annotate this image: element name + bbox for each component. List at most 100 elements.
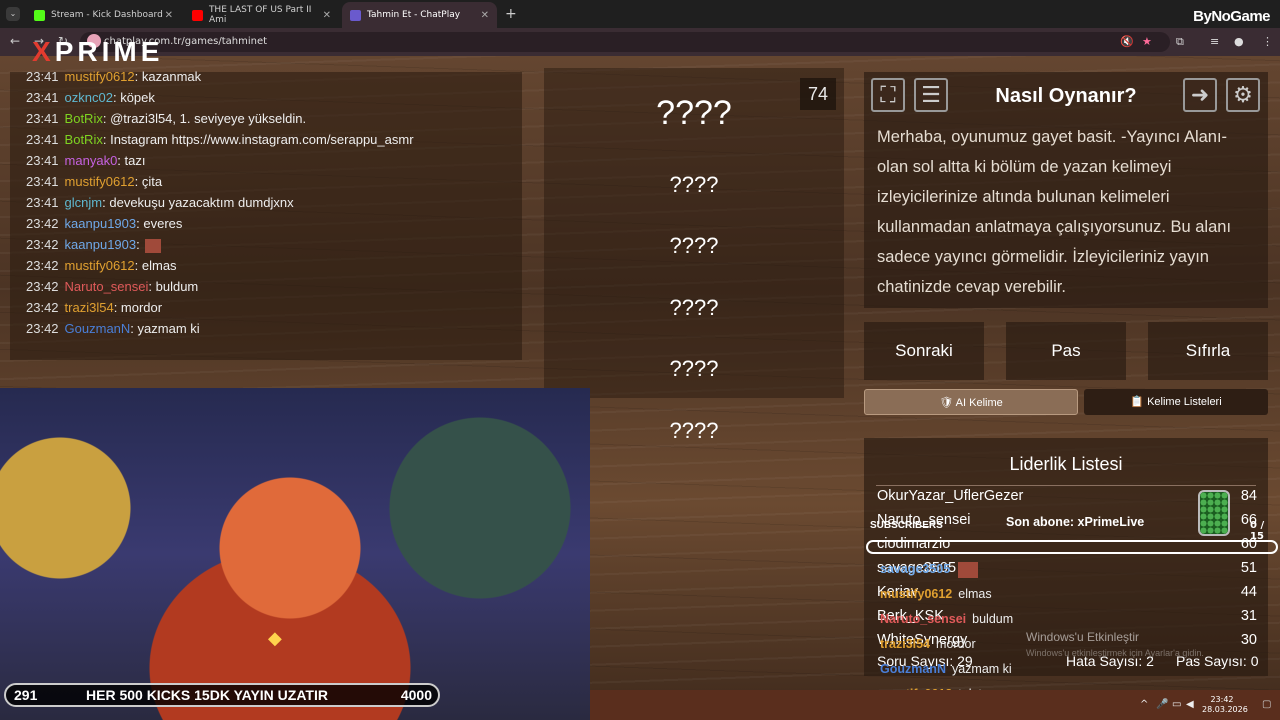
overlay-chat-message: savage3505 — [880, 562, 979, 578]
chat-separator: : — [134, 258, 142, 273]
emote-icon — [958, 562, 979, 578]
player-score: 44 — [1240, 584, 1257, 600]
tab-kick-dashboard[interactable]: Stream - Kick Dashboard ✕ — [26, 2, 181, 28]
chat-message: 23:41 glcnjm: devekuşu yazacaktım dumdjxn… — [26, 195, 294, 210]
word-lists-button[interactable]: 📋 Kelime Listeleri — [1084, 389, 1268, 415]
pass-button[interactable]: Pas — [1006, 322, 1126, 380]
overlay-username: trazi3l54 — [880, 637, 931, 651]
overlay-chat-message: Naruto_sensei buldum — [880, 612, 1013, 626]
network-icon[interactable]: ▭ — [1172, 699, 1181, 710]
overlay-text: elmas — [958, 587, 992, 601]
bookmark-star-icon[interactable]: ★ — [1142, 35, 1152, 48]
subscriber-progress-bar — [866, 540, 1278, 554]
subscribers-label: SUBSCRIBERS — [870, 520, 943, 531]
reset-button[interactable]: Sıfırla — [1148, 322, 1268, 380]
chat-text: @trazi3l54, 1. seviyeye yükseldin. — [110, 111, 307, 126]
close-icon[interactable]: ✕ — [481, 10, 489, 21]
tab-chatplay[interactable]: Tahmin Et - ChatPlay ✕ — [342, 2, 497, 28]
ai-word-button[interactable]: 🛡 AI Kelime — [864, 389, 1078, 415]
chat-username[interactable]: manyak0 — [65, 153, 118, 168]
chat-message: 23:41 ozknc02: köpek — [26, 90, 155, 105]
chat-message: 23:41 BotRix: Instagram https://www.insta… — [26, 132, 414, 147]
notes-icon[interactable]: ☰ — [914, 78, 948, 112]
chat-username[interactable]: BotRix — [65, 111, 103, 126]
chatplay-icon — [350, 9, 361, 21]
close-icon[interactable]: ✕ — [165, 10, 173, 21]
kick-target: 4000 — [400, 687, 432, 703]
chat-text: yazmam ki — [137, 321, 200, 336]
chat-message: 23:42 mustify0612: elmas — [26, 258, 177, 273]
overlay-username: savage3505 — [880, 562, 951, 577]
chat-time: 23:42 — [26, 216, 59, 231]
chat-message: 23:41 BotRix: @trazi3l54, 1. seviyeye yük… — [26, 111, 306, 126]
chat-username[interactable]: kaanpu1903 — [65, 216, 137, 231]
chat-username[interactable]: Naruto_sensei — [65, 279, 149, 294]
kick-icon — [34, 9, 45, 21]
chat-time: 23:42 — [26, 321, 59, 336]
chat-time: 23:41 — [26, 153, 59, 168]
microphone-icon[interactable]: 🎤 — [1156, 699, 1168, 710]
tray-chevron-icon[interactable]: ^ — [1140, 699, 1148, 710]
overlay-chat-message: mustify0612 elmas — [880, 587, 992, 601]
tip-jar-icon — [1198, 490, 1230, 536]
youtube-icon — [192, 9, 203, 21]
chat-text: buldum — [155, 279, 199, 294]
main-word: ???? — [656, 94, 732, 132]
chat-separator: : — [134, 174, 142, 189]
volume-icon[interactable]: ◀ — [1186, 699, 1194, 710]
clock-time: 23:42 — [1210, 695, 1234, 704]
chat-username[interactable]: mustify0612 — [65, 69, 135, 84]
chat-message: 23:42 kaanpu1903: — [26, 237, 162, 253]
mute-icon[interactable]: 🔇 — [1120, 35, 1134, 48]
address-bar-area: ← → ↻ chatplay.com.tr/games/tahminet — [0, 28, 1280, 56]
chat-message: 23:42 kaanpu1903: everes — [26, 216, 182, 231]
chat-username[interactable]: mustify0612 — [65, 258, 135, 273]
chat-username[interactable]: glcnjm — [65, 195, 103, 210]
player-name: OkurYazar_UflerGezer — [877, 488, 1024, 504]
media-icon[interactable]: ≡ — [1210, 35, 1219, 48]
menu-kebab-icon[interactable]: ⋮ — [1262, 35, 1273, 48]
chat-username[interactable]: kaanpu1903 — [65, 237, 137, 252]
logo-rest: PRIME — [54, 36, 164, 67]
last-subscriber: Son abone: xPrimeLive — [1006, 515, 1145, 529]
xprime-logo: XPRIME — [32, 36, 163, 68]
chat-username[interactable]: ozknc02 — [65, 90, 113, 105]
chat-separator: : — [136, 237, 144, 252]
how-to-play-text: Merhaba, oyunumuz gayet basit. -Yayıncı … — [877, 128, 1232, 296]
notification-icon[interactable]: ▢ — [1262, 699, 1271, 710]
player-score: 30 — [1240, 632, 1257, 648]
chat-time: 23:41 — [26, 69, 59, 84]
chat-username[interactable]: mustify0612 — [65, 174, 135, 189]
tab-label: Stream - Kick Dashboard — [51, 10, 163, 20]
windows-activate-text: Windows'u Etkinleştir — [1026, 630, 1139, 644]
taskbar-clock[interactable]: 23:42 28.03.2026 — [1202, 695, 1248, 715]
chat-time: 23:41 — [26, 111, 59, 126]
tab-label: Tahmin Et - ChatPlay — [367, 10, 461, 20]
chat-text: devekuşu yazacaktım dumdjxnx — [109, 195, 294, 210]
chat-message: 23:41 mustify0612: kazanmak — [26, 69, 201, 84]
next-button[interactable]: Sonraki — [864, 322, 984, 380]
url-input[interactable]: chatplay.com.tr/games/tahminet — [80, 32, 1170, 52]
chat-username[interactable]: GouzmanN — [65, 321, 131, 336]
emote-icon — [145, 238, 162, 253]
chat-time: 23:41 — [26, 90, 59, 105]
chat-username[interactable]: BotRix — [65, 132, 103, 147]
profile-icon[interactable]: ● — [1234, 35, 1244, 48]
exit-icon[interactable]: ➜ — [1183, 78, 1217, 112]
close-icon[interactable]: ✕ — [323, 10, 331, 21]
extensions-icon[interactable]: ⧉ — [1176, 35, 1184, 49]
back-arrow-icon[interactable]: ← — [10, 34, 20, 48]
settings-gear-icon[interactable]: ⚙ — [1226, 78, 1260, 112]
chat-message: 23:42 Naruto_sensei: buldum — [26, 279, 198, 294]
overlay-username: GouzmanN — [880, 662, 946, 676]
chat-username[interactable]: trazi3l54 — [65, 300, 114, 315]
overlay-username: mustify0612 — [880, 587, 953, 601]
chat-time: 23:41 — [26, 132, 59, 147]
tab-youtube[interactable]: THE LAST OF US Part II Ami ✕ — [184, 2, 339, 28]
fullscreen-icon[interactable]: ⛶ — [871, 78, 905, 112]
new-tab-button[interactable]: + — [505, 6, 517, 22]
chat-separator: : — [130, 321, 138, 336]
hidden-word: ???? — [669, 233, 719, 258]
tab-search-button[interactable]: ⌄ — [6, 7, 20, 21]
chat-time: 23:41 — [26, 174, 59, 189]
